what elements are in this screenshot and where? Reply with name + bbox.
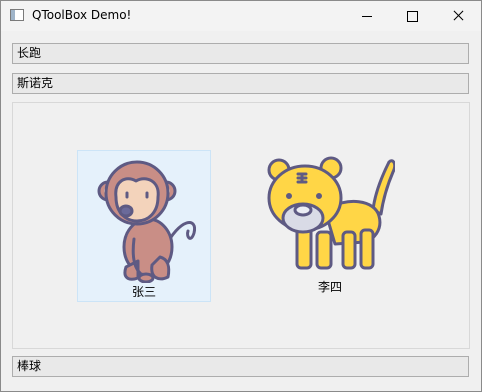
minimize-icon[interactable] bbox=[343, 1, 389, 31]
toolbox-header-baseball[interactable]: 棒球 bbox=[12, 356, 469, 377]
toolbox-header-running[interactable]: 长跑 bbox=[12, 43, 469, 64]
toolbox-header-snooker[interactable]: 斯诺克 bbox=[12, 73, 469, 94]
window-title: QToolBox Demo! bbox=[32, 8, 132, 22]
tiger-icon bbox=[267, 156, 395, 270]
item-label: 张三 bbox=[131, 285, 156, 299]
toolbox-page-snooker: 张三 李四 bbox=[12, 102, 470, 349]
monkey-icon bbox=[97, 160, 197, 283]
title-bar[interactable]: QToolBox Demo! bbox=[1, 1, 481, 31]
item-label: 李四 bbox=[317, 280, 342, 294]
main-window: QToolBox Demo! 长跑 斯诺克 张三 李四 棒球 bbox=[0, 0, 482, 392]
list-item-zhangsan[interactable]: 张三 bbox=[77, 150, 211, 302]
app-window-icon bbox=[10, 9, 24, 21]
list-item-lisi[interactable]: 李四 bbox=[263, 150, 397, 302]
maximize-icon[interactable] bbox=[389, 1, 435, 31]
close-icon[interactable] bbox=[435, 1, 481, 31]
